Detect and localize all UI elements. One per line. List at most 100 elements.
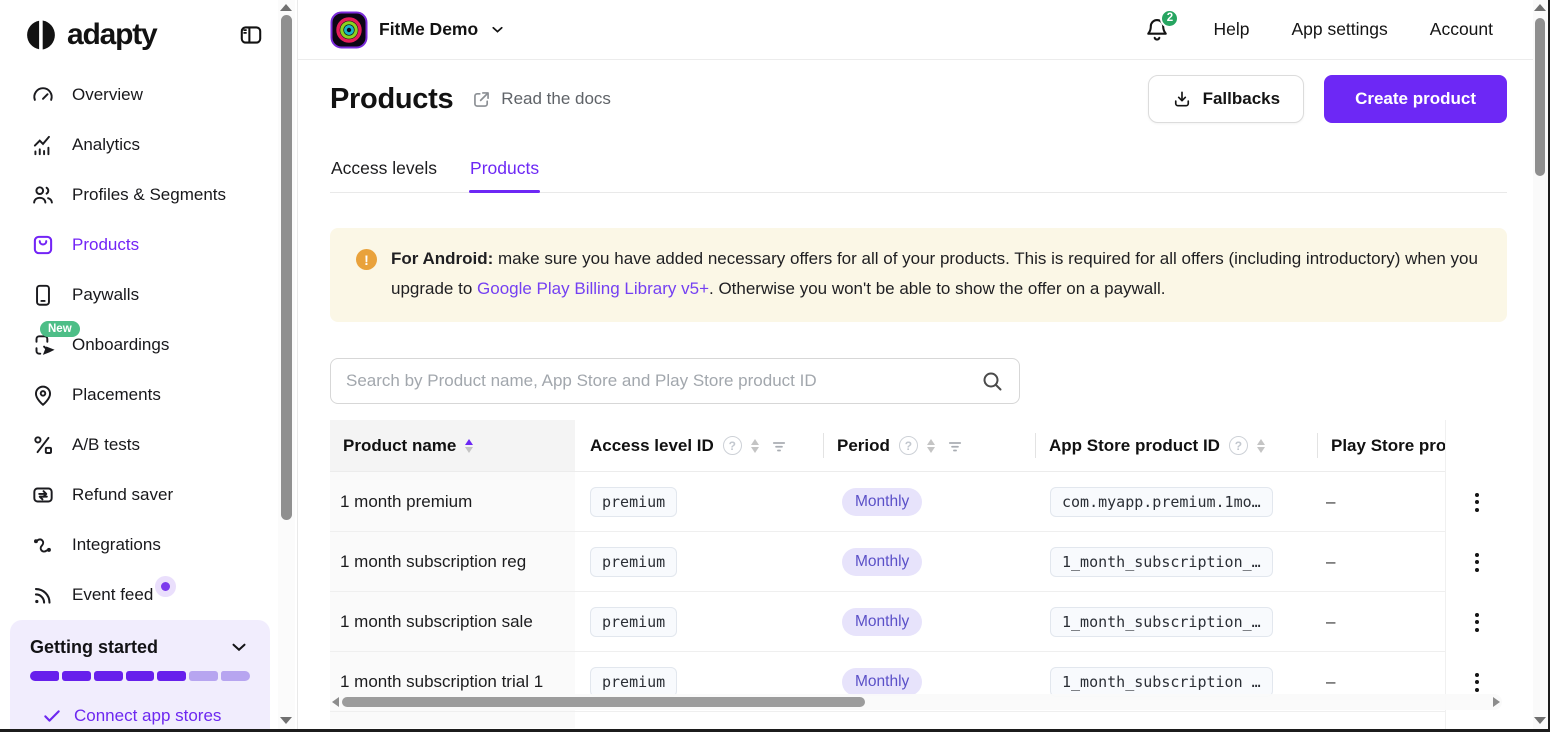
kebab-icon [1475, 613, 1479, 632]
refund-cycle-icon [30, 482, 56, 508]
app-store-id-chip[interactable]: 1_month_subscription_… [1050, 547, 1273, 577]
sidebar-item-refund-saver[interactable]: Refund saver [0, 470, 278, 520]
sidebar-item-onboardings[interactable]: New Onboardings [0, 320, 278, 370]
table-row[interactable]: 1 month premium premium Monthly com.myap… [330, 472, 1445, 532]
sidebar-scrollbar[interactable] [278, 0, 295, 732]
row-menu-button[interactable] [1446, 592, 1507, 652]
sidebar-item-event-feed[interactable]: Event feed [0, 570, 278, 620]
help-icon[interactable]: ? [1229, 436, 1248, 455]
filter-icon[interactable] [946, 437, 964, 455]
map-pin-icon [30, 382, 56, 408]
access-level-chip[interactable]: premium [590, 487, 677, 517]
scroll-down-arrow[interactable] [280, 717, 292, 724]
table-row[interactable]: 1 month subscription sale premium Monthl… [330, 592, 1445, 652]
app-settings-link[interactable]: App settings [1291, 19, 1387, 40]
sidebar-item-label: Analytics [72, 135, 140, 155]
column-header-access-level[interactable]: Access level ID ? [590, 420, 823, 471]
app-name: FitMe Demo [379, 19, 478, 40]
read-the-docs-label: Read the docs [501, 89, 611, 109]
app-store-id-chip[interactable]: com.myapp.premium.1mo… [1050, 487, 1273, 517]
page-scrollbar-thumb[interactable] [1535, 18, 1545, 176]
help-link[interactable]: Help [1213, 19, 1249, 40]
access-level-cell: premium [590, 547, 823, 577]
check-icon [42, 706, 62, 726]
sort-icon[interactable] [751, 439, 759, 453]
sidebar-item-label: Integrations [72, 535, 161, 555]
app-store-id-chip[interactable]: 1_month_subscription_… [1050, 607, 1273, 637]
play-store-id-cell: – [1317, 552, 1445, 572]
tab-products[interactable]: Products [469, 149, 540, 192]
column-header-period[interactable]: Period ? [823, 420, 1035, 471]
notification-dot [161, 582, 170, 591]
scroll-left-arrow[interactable] [332, 697, 339, 707]
sort-icon[interactable] [927, 439, 935, 453]
scroll-down-arrow[interactable] [1534, 717, 1546, 724]
app-store-id-cell: 1_month_subscription_… [1035, 607, 1317, 637]
sidebar-item-integrations[interactable]: Integrations [0, 520, 278, 570]
access-level-chip[interactable]: premium [590, 607, 677, 637]
row-menu-button[interactable] [1446, 472, 1507, 532]
horizontal-scrollbar[interactable] [332, 694, 1502, 710]
brand-wordmark: adapty [67, 18, 157, 52]
product-search [330, 358, 1020, 404]
connect-app-stores-link[interactable]: Connect app stores [30, 706, 250, 726]
row-menu-button[interactable] [1446, 532, 1507, 592]
scroll-up-arrow[interactable] [280, 4, 292, 11]
sidebar-collapse-icon[interactable] [238, 22, 264, 48]
sidebar-item-paywalls[interactable]: Paywalls [0, 270, 278, 320]
access-level-chip[interactable]: premium [590, 667, 677, 697]
products-table: Product name Access level ID ? Period ? … [330, 420, 1507, 732]
ab-test-icon [30, 432, 56, 458]
sidebar: adapty Overview Analytics Profiles & Seg… [0, 0, 278, 732]
sort-icon[interactable] [465, 439, 473, 453]
kebab-icon [1475, 553, 1479, 572]
new-badge: New [40, 321, 80, 337]
column-header-play-store-id[interactable]: Play Store product ID [1317, 420, 1445, 471]
sidebar-scrollbar-thumb[interactable] [281, 15, 292, 520]
help-icon[interactable]: ? [899, 436, 918, 455]
column-label: Access level ID [590, 436, 714, 456]
scroll-up-arrow[interactable] [1534, 4, 1546, 11]
rss-feed-icon [30, 582, 56, 608]
app-store-id-cell: 1_month_subscription_… [1035, 547, 1317, 577]
help-icon[interactable]: ? [723, 436, 742, 455]
tab-access-levels[interactable]: Access levels [330, 149, 438, 192]
chevron-down-icon[interactable] [228, 636, 250, 658]
google-play-billing-link[interactable]: Google Play Billing Library v5+ [477, 279, 709, 298]
play-store-id-cell: – [1317, 672, 1445, 692]
app-store-id-chip[interactable]: 1_month_subscription … [1050, 667, 1273, 697]
table-row[interactable]: 1 month subscription reg premium Monthly… [330, 532, 1445, 592]
sidebar-item-overview[interactable]: Overview [0, 70, 278, 120]
sidebar-item-profiles-segments[interactable]: Profiles & Segments [0, 170, 278, 220]
read-the-docs-link[interactable]: Read the docs [471, 89, 611, 110]
product-name-cell: 1 month subscription sale [330, 592, 575, 651]
sidebar-item-placements[interactable]: Placements [0, 370, 278, 420]
fallbacks-button[interactable]: Fallbacks [1148, 75, 1305, 123]
sidebar-nav: Overview Analytics Profiles & Segments P… [0, 62, 278, 620]
column-header-app-store-id[interactable]: App Store product ID ? [1035, 420, 1317, 471]
sidebar-item-products[interactable]: Products [0, 220, 278, 270]
horizontal-scrollbar-thumb[interactable] [342, 697, 865, 707]
sidebar-item-analytics[interactable]: Analytics [0, 120, 278, 170]
access-level-chip[interactable]: premium [590, 547, 677, 577]
filter-icon[interactable] [770, 437, 788, 455]
sort-icon[interactable] [1257, 439, 1265, 453]
sidebar-item-ab-tests[interactable]: A/B tests [0, 420, 278, 470]
account-link[interactable]: Account [1430, 19, 1493, 40]
access-level-cell: premium [590, 487, 823, 517]
notifications-bell-icon[interactable]: 2 [1143, 16, 1171, 44]
column-header-product-name[interactable]: Product name [330, 420, 575, 471]
app-switcher[interactable]: FitMe Demo [330, 11, 506, 49]
create-product-button[interactable]: Create product [1324, 75, 1507, 123]
getting-started-panel: Getting started Connect app stores [10, 620, 270, 732]
page-scrollbar[interactable] [1533, 0, 1548, 732]
sidebar-item-label: Placements [72, 385, 161, 405]
sidebar-item-label: Overview [72, 85, 143, 105]
integrations-route-icon [30, 532, 56, 558]
scroll-right-arrow[interactable] [1493, 697, 1500, 707]
product-name-cell: 1 month premium [330, 472, 575, 531]
search-input[interactable] [346, 371, 980, 391]
getting-started-header[interactable]: Getting started [30, 636, 250, 658]
notification-count-badge: 2 [1160, 9, 1179, 28]
search-icon[interactable] [980, 369, 1004, 393]
